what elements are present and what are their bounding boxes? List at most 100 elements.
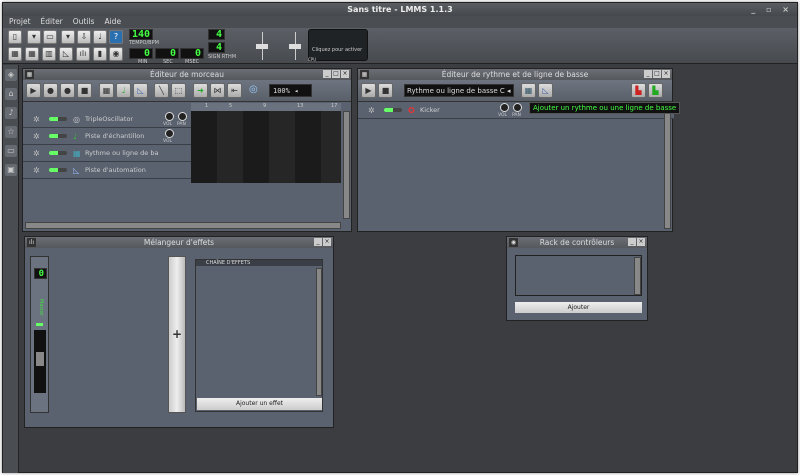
- beat-editor-icon: ▦: [360, 70, 369, 79]
- master-channel[interactable]: 0 Master: [30, 256, 49, 413]
- close-button[interactable]: ×: [323, 238, 331, 246]
- track-row[interactable]: ✲ ◺ Piste d'automation: [23, 162, 191, 179]
- my-presets-icon[interactable]: ☆: [5, 126, 17, 138]
- minimize-button[interactable]: _: [628, 238, 636, 246]
- gear-icon[interactable]: ✲: [33, 145, 40, 162]
- edit-mode-button[interactable]: ⬚: [171, 83, 186, 98]
- channel-led[interactable]: [36, 323, 43, 326]
- open-project-icon[interactable]: ▭: [43, 30, 57, 44]
- help-icon[interactable]: ?: [109, 30, 123, 44]
- draw-mode-button[interactable]: ╲: [154, 83, 169, 98]
- add-beat-button[interactable]: ▦: [521, 83, 536, 98]
- window-title: Sans titre - LMMS 1.1.3: [347, 5, 453, 14]
- menu-bar: Projet Éditer Outils Aide: [3, 16, 797, 28]
- mute-toggle[interactable]: [49, 134, 67, 138]
- side-bar: ◈ ⌂ ♪ ☆ ▭ ▣: [3, 65, 19, 473]
- channel-fader[interactable]: [34, 330, 46, 393]
- minimize-button[interactable]: _: [314, 238, 322, 246]
- add-effect-button[interactable]: Ajouter un effet: [197, 398, 322, 410]
- track-name[interactable]: Rythme ou ligne de ba: [85, 145, 158, 162]
- menu-outils[interactable]: Outils: [73, 16, 95, 28]
- play-button[interactable]: ▶: [361, 83, 376, 98]
- remove-steps-button[interactable]: ▙: [631, 83, 646, 98]
- gear-icon[interactable]: ✲: [33, 162, 40, 179]
- project-notes-icon[interactable]: ▮: [93, 47, 107, 61]
- automation-editor-icon[interactable]: ◺: [59, 47, 73, 61]
- song-editor: ▦ Éditeur de morceau _ □ × ▶ ● ● ■ ▦ ♩ ◺ ╲ ⬚…: [22, 68, 352, 232]
- minimize-button[interactable]: _: [644, 70, 652, 78]
- stop-behavior-button[interactable]: ⋈: [210, 83, 225, 98]
- mute-toggle[interactable]: [49, 168, 67, 172]
- track-row[interactable]: ✲ ◎ TripleOscillator VOL PAN: [23, 111, 191, 128]
- vertical-scrollbar[interactable]: [316, 268, 322, 396]
- fx-mixer-icon[interactable]: ılı: [76, 47, 90, 61]
- new-project-icon[interactable]: ▯: [8, 30, 22, 44]
- add-beat-track-button[interactable]: ▦: [99, 83, 114, 98]
- beat-select[interactable]: Rythme ou ligne de basse C ◂: [404, 84, 514, 97]
- home-icon[interactable]: ▭: [5, 145, 17, 157]
- vertical-scrollbar[interactable]: [343, 111, 350, 219]
- gear-icon[interactable]: ✲: [33, 111, 40, 128]
- track-name[interactable]: TripleOscillator: [85, 111, 133, 128]
- time-sig-numerator[interactable]: 4: [208, 29, 225, 40]
- computer-icon[interactable]: ▣: [5, 164, 17, 176]
- horizontal-scrollbar[interactable]: [25, 222, 341, 229]
- master-pitch-slider[interactable]: [279, 32, 303, 60]
- window-controls[interactable]: _ ▫ ×: [751, 3, 793, 16]
- add-automation-track-button[interactable]: ◺: [133, 83, 148, 98]
- menu-projet[interactable]: Projet: [9, 16, 31, 28]
- play-button[interactable]: ▶: [26, 83, 41, 98]
- add-sample-track-button[interactable]: ♩: [116, 83, 131, 98]
- piano-roll-icon[interactable]: ▥: [42, 47, 56, 61]
- menu-editer[interactable]: Éditer: [41, 16, 63, 28]
- timeline-ruler[interactable]: 1 5 9 13 17: [191, 103, 341, 111]
- instrument-plugins-icon[interactable]: ◈: [5, 69, 17, 81]
- mute-toggle[interactable]: [49, 117, 67, 121]
- time-sig-denominator[interactable]: 4: [208, 42, 225, 53]
- close-button[interactable]: ×: [341, 70, 349, 78]
- controller-rack-icon[interactable]: ◉: [109, 47, 123, 61]
- gear-icon[interactable]: ✲: [33, 128, 40, 145]
- menu-aide[interactable]: Aide: [104, 16, 121, 28]
- add-automation-button[interactable]: ◺: [538, 83, 553, 98]
- close-button[interactable]: ×: [662, 70, 670, 78]
- save-icon[interactable]: ⇩: [77, 30, 91, 44]
- add-steps-button[interactable]: ▙: [648, 83, 663, 98]
- track-row[interactable]: ✲ ▦ Rythme ou ligne de ba: [23, 145, 191, 162]
- recent-projects-icon[interactable]: ▾: [61, 30, 75, 44]
- export-icon[interactable]: ♩: [93, 30, 107, 44]
- track-name[interactable]: Piste d'échantillon: [85, 128, 144, 145]
- pattern-grid[interactable]: [191, 111, 341, 183]
- close-button[interactable]: ×: [637, 238, 645, 246]
- ruler-mark: 17: [331, 103, 338, 109]
- tempo-display[interactable]: 140: [129, 29, 153, 40]
- track-name[interactable]: Kicker: [420, 102, 440, 119]
- back-to-start-button[interactable]: ⇤: [227, 83, 242, 98]
- gear-icon[interactable]: ✲: [368, 102, 375, 119]
- zoom-select[interactable]: 100% ◂: [269, 84, 312, 97]
- vertical-scrollbar[interactable]: [664, 109, 671, 229]
- maximize-button[interactable]: □: [332, 70, 340, 78]
- mute-toggle[interactable]: [384, 108, 402, 112]
- beat-icon: ▦: [73, 149, 81, 158]
- cpu-graph[interactable]: Cliquez pour activer: [308, 29, 368, 61]
- master-volume-slider[interactable]: [250, 32, 270, 60]
- mute-toggle[interactable]: [49, 151, 67, 155]
- stop-button[interactable]: ■: [77, 83, 92, 98]
- record-button[interactable]: ●: [43, 83, 58, 98]
- minimize-button[interactable]: _: [323, 70, 331, 78]
- track-row[interactable]: ✲ ♩ Piste d'échantillon VOL: [23, 128, 191, 145]
- vertical-scrollbar[interactable]: [634, 257, 641, 295]
- new-from-template-icon[interactable]: ▾: [27, 30, 41, 44]
- song-editor-icon[interactable]: ▦: [8, 47, 22, 61]
- maximize-button[interactable]: □: [653, 70, 661, 78]
- loop-points-button[interactable]: ➜: [193, 83, 208, 98]
- my-projects-icon[interactable]: ⌂: [5, 88, 17, 100]
- beat-editor-icon[interactable]: ▦: [25, 47, 39, 61]
- record-play-button[interactable]: ●: [60, 83, 75, 98]
- my-samples-icon[interactable]: ♪: [5, 107, 17, 119]
- add-controller-button[interactable]: Ajouter: [515, 302, 642, 313]
- track-name[interactable]: Piste d'automation: [85, 162, 146, 179]
- stop-button[interactable]: ■: [378, 83, 393, 98]
- add-channel-button[interactable]: +: [168, 256, 186, 413]
